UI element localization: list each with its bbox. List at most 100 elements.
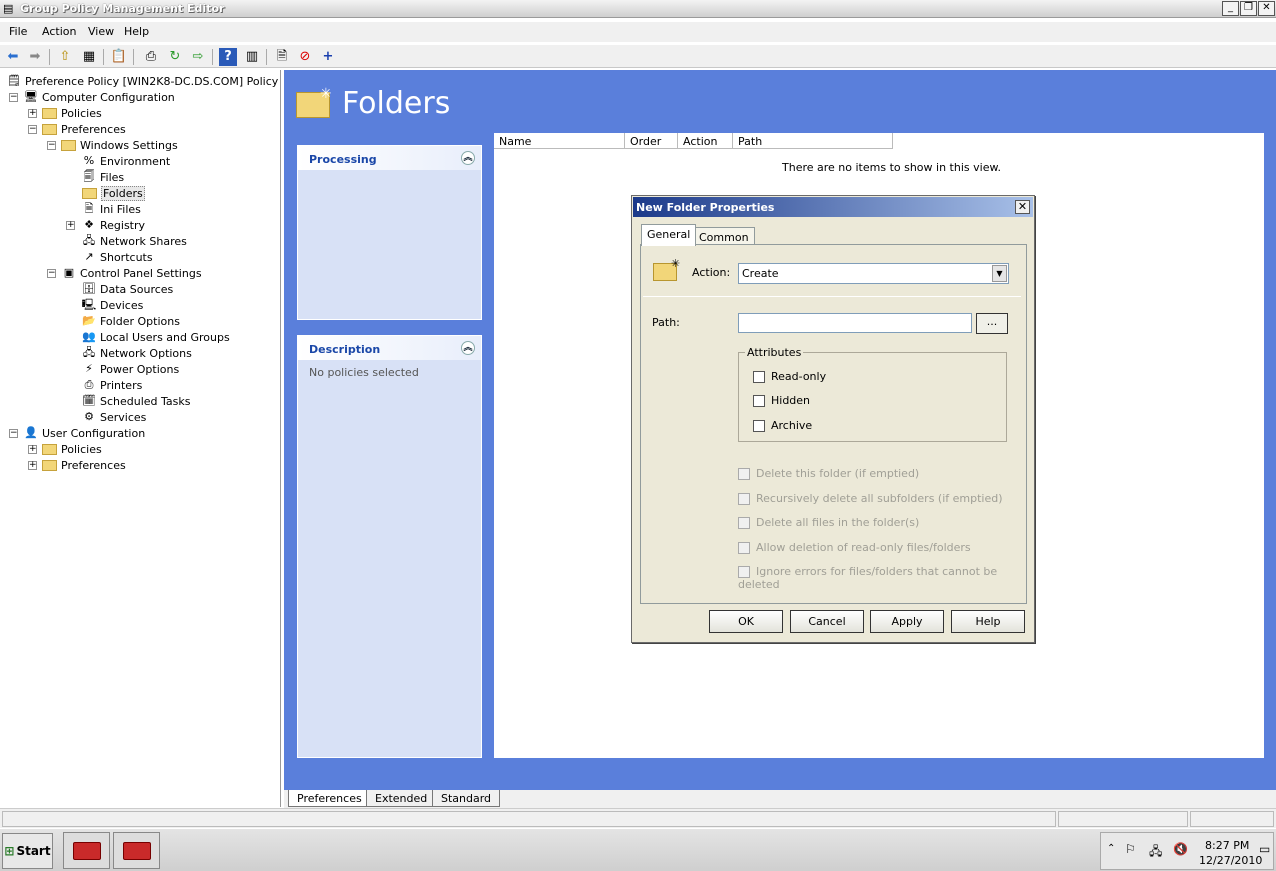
expand-toggle[interactable]: +	[66, 221, 75, 230]
tree-item-services[interactable]: ⚙ Services	[81, 409, 146, 425]
collapse-chevron-icon[interactable]: ︽	[461, 341, 475, 355]
tree-item-environment[interactable]: % Environment	[81, 153, 170, 169]
control-panel-icon: ▣	[63, 266, 75, 279]
tab-common[interactable]: Common	[693, 227, 755, 244]
tree-control-panel-settings[interactable]: ▣ Control Panel Settings	[61, 265, 202, 281]
system-tray: ⌃ ⚐ 🖧 🔇 8:27 PM 12/27/2010 ▭	[1100, 832, 1274, 870]
toolbar: ⬅ ➡ ⇧ ▦ 📋 ⎙ ↻ ⇨ ? ▥ 🗎 ⊘ +	[0, 44, 1276, 68]
menu-action[interactable]: Action	[42, 25, 76, 38]
tree-item-power-options[interactable]: ⚡ Power Options	[81, 361, 179, 377]
tree-item-data-sources[interactable]: 🗄 Data Sources	[81, 281, 173, 297]
collapse-toggle[interactable]: −	[9, 93, 18, 102]
print-icon[interactable]: ⎙	[142, 48, 160, 66]
tree-root[interactable]: 🗒 Preference Policy [WIN2K8-DC.DS.COM] Po…	[6, 73, 278, 89]
column-path[interactable]: Path	[733, 133, 893, 149]
tree-item-local-users-groups[interactable]: 👥 Local Users and Groups	[81, 329, 230, 345]
forward-icon[interactable]: ➡	[26, 48, 44, 66]
tree-windows-settings[interactable]: Windows Settings	[61, 137, 178, 153]
tree-item-shortcuts[interactable]: ↗ Shortcuts	[81, 249, 152, 265]
up-folder-icon[interactable]: ⇧	[56, 48, 74, 66]
hidden-checkbox[interactable]: Hidden	[753, 394, 810, 407]
tree-item-network-shares[interactable]: 🖧 Network Shares	[81, 233, 187, 249]
refresh-icon[interactable]: ↻	[166, 48, 184, 66]
network-icon[interactable]: 🖧	[1149, 842, 1162, 863]
tree-user-configuration[interactable]: 👤 User Configuration	[23, 425, 145, 441]
expand-toggle[interactable]: +	[28, 109, 37, 118]
action-center-flag-icon[interactable]: ⚐	[1125, 842, 1136, 856]
show-hide-tree-icon[interactable]: ▦	[80, 48, 98, 66]
tree-item-network-options[interactable]: 🖧 Network Options	[81, 345, 192, 361]
archive-checkbox[interactable]: Archive	[753, 419, 812, 432]
browse-button[interactable]: ...	[976, 313, 1008, 334]
clock-date[interactable]: 12/27/2010	[1199, 854, 1262, 867]
action-select[interactable]: Create ▼	[738, 263, 1009, 284]
column-order[interactable]: Order	[625, 133, 678, 149]
show-desktop-icon[interactable]: ▭	[1259, 842, 1270, 856]
collapse-toggle[interactable]: −	[28, 125, 37, 134]
tab-standard[interactable]: Standard	[432, 790, 501, 807]
help-button[interactable]: Help	[951, 610, 1025, 633]
taskbar-app-1[interactable]	[63, 832, 110, 869]
dialog-close-button[interactable]: ✕	[1015, 200, 1030, 214]
tree-item-registry[interactable]: ❖ Registry	[81, 217, 145, 233]
tab-general[interactable]: General	[641, 224, 697, 246]
action-pane-icon[interactable]: ▥	[243, 48, 261, 66]
menu-help[interactable]: Help	[124, 25, 149, 38]
dialog-title: New Folder Properties	[636, 201, 775, 214]
expand-toggle[interactable]: +	[28, 445, 37, 454]
properties-icon[interactable]: 📋	[110, 48, 128, 66]
restore-button[interactable]: ❐	[1240, 1, 1257, 16]
tree-user-preferences[interactable]: Preferences	[42, 457, 126, 473]
policy-icon: 🗒	[7, 74, 21, 87]
document-icon[interactable]: 🗎	[273, 48, 291, 66]
volume-muted-icon[interactable]: 🔇	[1173, 842, 1188, 856]
collapse-toggle[interactable]: −	[47, 141, 56, 150]
chevron-down-icon[interactable]: ▼	[992, 265, 1007, 282]
users-icon: 👥	[82, 330, 96, 343]
cancel-button[interactable]: Cancel	[790, 610, 864, 633]
ok-button[interactable]: OK	[709, 610, 783, 633]
tree-item-files[interactable]: 🗐 Files	[81, 169, 125, 185]
apply-button[interactable]: Apply	[870, 610, 944, 633]
tree-item-devices[interactable]: 🖳 Devices	[81, 297, 144, 313]
taskbar-app-2[interactable]	[113, 832, 160, 869]
option-label: Ignore errors for files/folders that can…	[738, 565, 998, 591]
tree-item-folders[interactable]: Folders	[81, 185, 145, 201]
scheduled-task-icon: 🗓	[82, 394, 96, 407]
collapse-toggle[interactable]: −	[9, 429, 18, 438]
add-icon[interactable]: +	[319, 48, 337, 66]
disable-icon[interactable]: ⊘	[296, 48, 314, 66]
menu-file[interactable]: File	[9, 25, 27, 38]
checkbox-box	[753, 420, 765, 432]
column-action[interactable]: Action	[678, 133, 733, 149]
tree-item-ini-files[interactable]: 🗎 Ini Files	[81, 201, 141, 217]
path-input[interactable]	[738, 313, 972, 333]
folder-icon	[42, 107, 57, 119]
tab-preferences[interactable]: Preferences	[288, 790, 371, 807]
help-icon[interactable]: ?	[219, 48, 237, 66]
tree-policies[interactable]: Policies	[42, 105, 102, 121]
minimize-button[interactable]: _	[1222, 1, 1239, 16]
tree-computer-configuration[interactable]: 🖥 Computer Configuration	[23, 89, 175, 105]
tree-preferences[interactable]: Preferences	[42, 121, 126, 137]
column-name[interactable]: Name	[494, 133, 625, 149]
tab-extended[interactable]: Extended	[366, 790, 437, 807]
start-button[interactable]: ⊞ Start	[2, 833, 53, 869]
collapse-chevron-icon[interactable]: ︽	[461, 151, 475, 165]
tree-user-policies[interactable]: Policies	[42, 441, 102, 457]
expand-toggle[interactable]: +	[28, 461, 37, 470]
tree-item-scheduled-tasks[interactable]: 🗓 Scheduled Tasks	[81, 393, 190, 409]
toolbar-separator	[266, 49, 267, 65]
readonly-checkbox[interactable]: Read-only	[753, 370, 826, 383]
close-button[interactable]: ✕	[1258, 1, 1275, 16]
back-icon[interactable]: ⬅	[4, 48, 22, 66]
tree-item-printers[interactable]: ⎙ Printers	[81, 377, 143, 393]
collapse-toggle[interactable]: −	[47, 269, 56, 278]
show-hidden-icons-icon[interactable]: ⌃	[1107, 843, 1115, 854]
export-icon[interactable]: ⇨	[189, 48, 207, 66]
menu-view[interactable]: View	[88, 25, 114, 38]
view-tabs: Preferences Extended Standard	[284, 790, 1276, 808]
tree-item-folder-options[interactable]: 📂 Folder Options	[81, 313, 180, 329]
environment-icon: %	[83, 154, 95, 167]
clock-time[interactable]: 8:27 PM	[1205, 839, 1249, 852]
